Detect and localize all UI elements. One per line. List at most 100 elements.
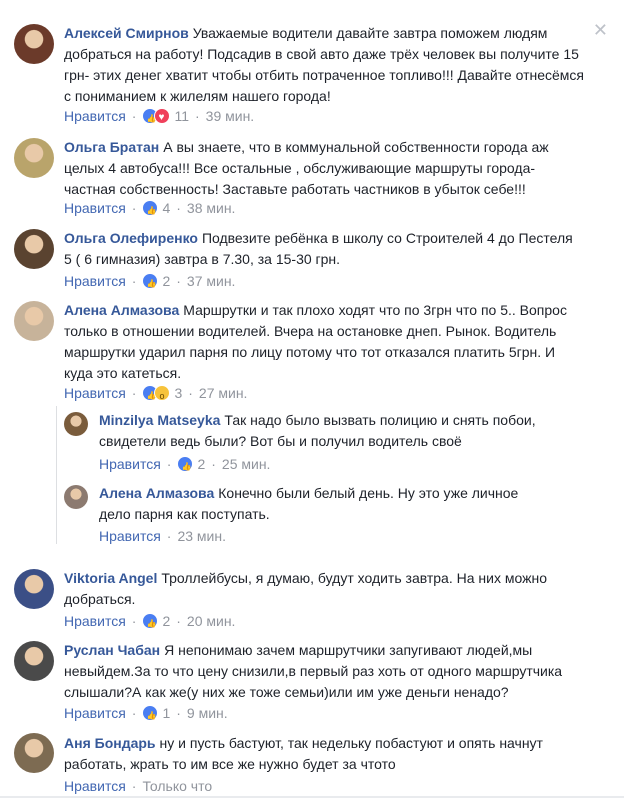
avatar-image — [14, 24, 54, 64]
avatar[interactable] — [14, 138, 54, 178]
like-reaction-icon — [142, 705, 159, 725]
avatar-image — [14, 733, 54, 773]
comment-author[interactable]: Ольга Олефиренко — [64, 230, 198, 246]
separator: · — [176, 273, 181, 289]
like-button[interactable]: Нравится — [64, 384, 126, 402]
reactions[interactable] — [142, 108, 171, 128]
avatar-image — [14, 301, 54, 341]
reactions[interactable] — [142, 273, 159, 293]
comment-body: Ольга Братан А вы знаете, что в коммуналь… — [64, 137, 584, 200]
comment-author[interactable]: Руслан Чабан — [64, 642, 160, 658]
comment-author[interactable]: Алексей Смирнов — [64, 25, 189, 41]
comment-body: Ольга Олефиренко Подвезите ребёнка в школ… — [64, 228, 584, 270]
comment-meta: Нравится · 2 · 37 мин. — [64, 272, 236, 293]
avatar-image — [14, 569, 54, 609]
reply-thread-line — [56, 406, 57, 544]
comment-time[interactable]: 39 мин. — [206, 107, 255, 125]
comment-meta: Нравится · 4 · 38 мин. — [64, 199, 236, 220]
comment-author[interactable]: Алена Алмазова — [64, 302, 179, 318]
comment-author[interactable]: Viktoria Angel — [64, 570, 157, 586]
comment-time[interactable]: 27 мин. — [199, 384, 248, 402]
separator: · — [176, 200, 181, 216]
close-icon[interactable]: ✕ — [593, 20, 608, 41]
reactions[interactable] — [142, 613, 159, 633]
avatar[interactable] — [14, 641, 54, 681]
reactions[interactable] — [142, 200, 159, 220]
comment-body: Minzilya Matseyka Так надо было вызвать п… — [99, 410, 569, 452]
comment-meta: Нравится · Только что — [64, 777, 212, 795]
avatar[interactable] — [14, 229, 54, 269]
comment-time[interactable]: 20 мин. — [187, 612, 236, 630]
like-button[interactable]: Нравится — [99, 455, 161, 473]
reactions[interactable] — [142, 705, 159, 725]
love-reaction-icon — [154, 108, 171, 127]
comment-author[interactable]: Ольга Братан — [64, 139, 159, 155]
separator: · — [195, 108, 200, 124]
comment-meta: Нравится · 2 · 20 мин. — [64, 612, 236, 633]
separator: · — [166, 528, 172, 544]
wow-reaction-icon — [154, 385, 171, 405]
separator: · — [131, 200, 137, 216]
comment-meta: Нравится · 11 · 39 мин. — [64, 107, 255, 128]
separator: · — [166, 456, 172, 472]
comment-meta: Нравится · 1 · 9 мин. — [64, 704, 228, 725]
reaction-count[interactable]: 1 — [162, 704, 170, 722]
like-reaction-icon — [142, 273, 159, 293]
comment-time[interactable]: 37 мин. — [187, 272, 236, 290]
separator: · — [131, 778, 137, 794]
comment-author[interactable]: Minzilya Matseyka — [99, 412, 220, 428]
reaction-count[interactable]: 3 — [174, 384, 182, 402]
like-reaction-icon — [142, 613, 159, 633]
like-button[interactable]: Нравится — [64, 704, 126, 722]
comment-body: Алена Алмазова Конечно были белый день. Н… — [99, 483, 549, 525]
separator: · — [211, 456, 216, 472]
like-button[interactable]: Нравится — [64, 612, 126, 630]
comment-meta: Нравится · 3 · 27 мин. — [64, 384, 248, 405]
comment-body: Viktoria Angel Троллейбусы, я думаю, буду… — [64, 568, 564, 610]
reaction-count[interactable]: 2 — [162, 612, 170, 630]
like-button[interactable]: Нравится — [64, 777, 126, 795]
separator: · — [131, 705, 137, 721]
avatar[interactable] — [14, 301, 54, 341]
like-button[interactable]: Нравится — [64, 107, 126, 125]
reaction-count[interactable]: 2 — [197, 455, 205, 473]
comment-meta: Нравится · 23 мин. — [99, 527, 226, 545]
comment-body: Аня Бондарь ну и пусть бастуют, так недел… — [64, 733, 584, 775]
comment-time[interactable]: 38 мин. — [187, 199, 236, 217]
avatar-image — [14, 229, 54, 269]
separator: · — [131, 385, 137, 401]
avatar[interactable] — [14, 24, 54, 64]
like-reaction-icon — [142, 200, 159, 220]
reaction-count[interactable]: 11 — [174, 107, 189, 125]
like-reaction-icon — [177, 456, 194, 476]
comment-time[interactable]: 25 мин. — [222, 455, 271, 473]
like-button[interactable]: Нравится — [99, 527, 161, 545]
comment-body: Руслан Чабан Я непонимаю зачем маршрутчик… — [64, 640, 594, 703]
comment-time[interactable]: 23 мин. — [177, 527, 226, 545]
comment-time[interactable]: Только что — [142, 777, 212, 795]
reaction-count[interactable]: 4 — [162, 199, 170, 217]
avatar-image — [14, 641, 54, 681]
separator: · — [131, 273, 137, 289]
avatar-image — [64, 485, 88, 509]
comment-author[interactable]: Аня Бондарь — [64, 735, 156, 751]
reactions[interactable] — [177, 456, 194, 476]
like-button[interactable]: Нравится — [64, 199, 126, 217]
comment-meta: Нравится · 2 · 25 мин. — [99, 455, 271, 476]
like-button[interactable]: Нравится — [64, 272, 126, 290]
comment-body: Алена Алмазова Маршрутки и так плохо ходя… — [64, 300, 584, 384]
avatar-image — [14, 138, 54, 178]
comment-body: Алексей Смирнов Уважаемые водители давайт… — [64, 23, 584, 107]
reactions[interactable] — [142, 385, 171, 405]
avatar[interactable] — [14, 733, 54, 773]
separator: · — [188, 385, 193, 401]
avatar[interactable] — [64, 485, 88, 509]
separator: · — [131, 108, 137, 124]
reaction-count[interactable]: 2 — [162, 272, 170, 290]
avatar[interactable] — [14, 569, 54, 609]
separator: · — [131, 613, 137, 629]
comment-time[interactable]: 9 мин. — [187, 704, 228, 722]
comment-author[interactable]: Алена Алмазова — [99, 485, 214, 501]
avatar-image — [64, 412, 88, 436]
avatar[interactable] — [64, 412, 88, 436]
